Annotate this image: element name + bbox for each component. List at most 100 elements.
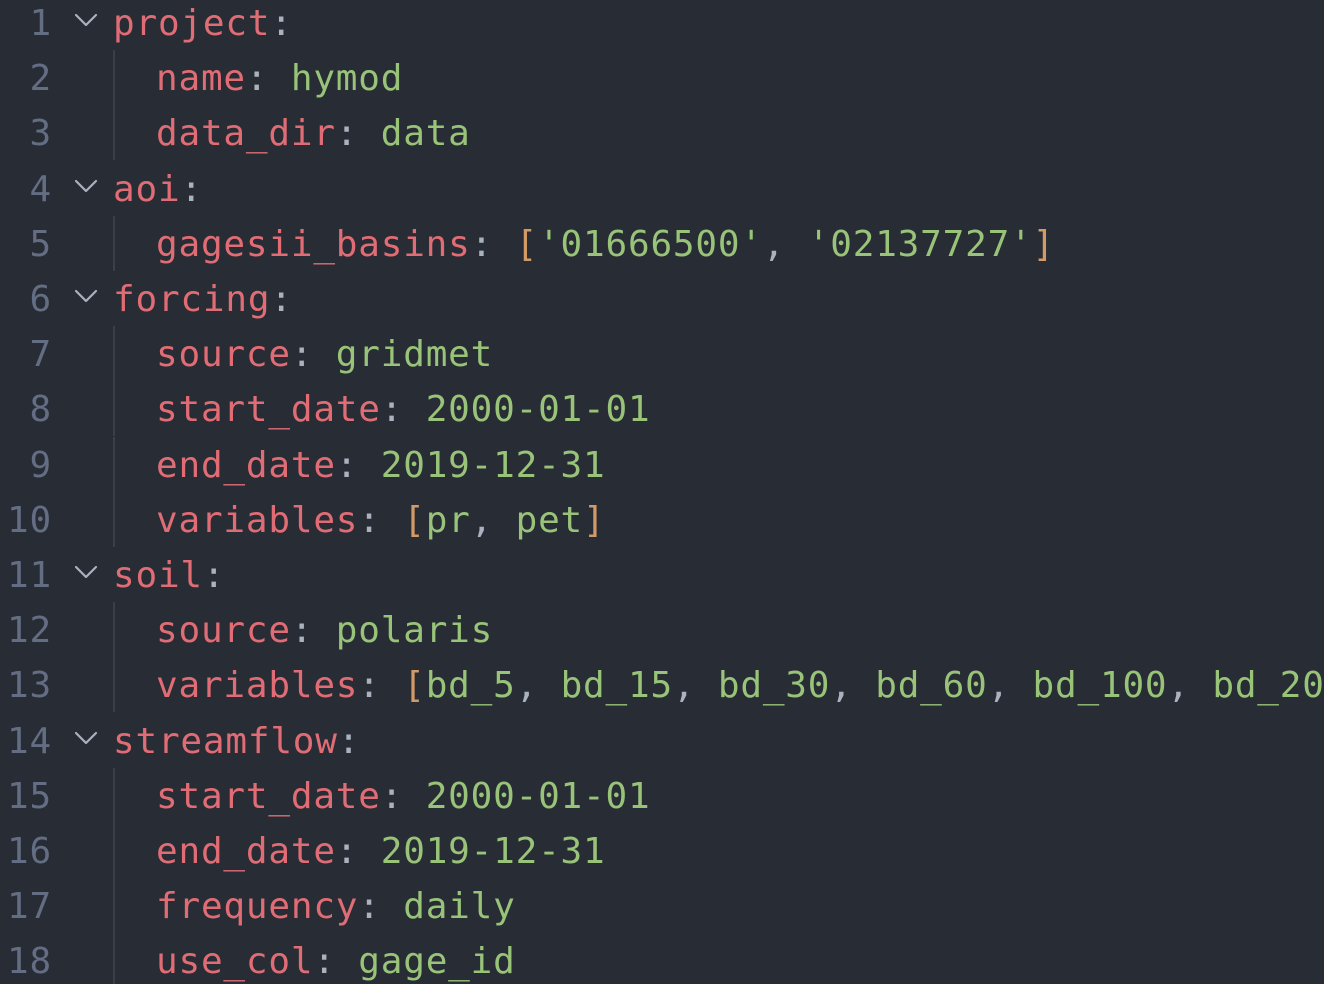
yaml-value: polaris: [335, 610, 494, 652]
code-line[interactable]: 5 gagesii_basins: ['01666500', '02137727'…: [0, 215, 1324, 276]
open-bracket: [: [403, 665, 426, 707]
code-text: frequency: daily: [156, 883, 516, 931]
list-separator: ,: [762, 223, 808, 265]
yaml-colon: :: [335, 444, 381, 486]
code-line[interactable]: 14 streamflow:: [0, 718, 1324, 773]
line-number: 3: [29, 113, 52, 155]
yaml-key: variables: [156, 665, 359, 707]
yaml-value: 2019-12-31: [380, 444, 606, 486]
indent-guide: [113, 602, 115, 658]
line-number: 18: [7, 941, 52, 983]
indent-guide: [113, 326, 115, 382]
line-number: 17: [7, 886, 52, 928]
list-separator: ,: [987, 665, 1033, 707]
yaml-value: gridmet: [335, 334, 494, 376]
code-line[interactable]: 3 data_dir: data: [0, 105, 1324, 165]
list-item: bd_5: [425, 665, 516, 707]
code-line[interactable]: 8 start_date: 2000-01-01: [0, 381, 1324, 441]
code-line[interactable]: 4 aoi:: [0, 166, 1324, 221]
yaml-colon: :: [290, 610, 336, 652]
yaml-key: start_date: [156, 389, 381, 431]
indent-guide: [113, 50, 115, 106]
code-text: source: gridmet: [156, 331, 493, 379]
code-text: end_date: 2019-12-31: [156, 828, 606, 876]
open-bracket: [: [403, 499, 426, 541]
yaml-key: end_date: [156, 831, 336, 872]
yaml-colon: :: [380, 775, 426, 817]
chevron-down-icon[interactable]: [72, 558, 100, 586]
line-number: 10: [7, 499, 52, 541]
yaml-colon: :: [270, 3, 293, 44]
list-separator: ,: [515, 665, 561, 707]
code-line[interactable]: 9 end_date: 2019-12-31: [0, 436, 1324, 497]
yaml-key: forcing: [113, 279, 271, 320]
line-number: 1: [29, 3, 52, 44]
code-line[interactable]: 11 soil:: [0, 552, 1324, 607]
indent-guide: [113, 933, 115, 984]
indent-guide: [113, 491, 115, 547]
code-line[interactable]: 1 project:: [0, 0, 1324, 55]
code-text: start_date: 2000-01-01: [156, 386, 650, 434]
yaml-key: streamflow: [113, 720, 338, 762]
list-item: pr: [425, 499, 471, 541]
code-line[interactable]: 15 start_date: 2000-01-01: [0, 767, 1324, 828]
code-text: data_dir: data: [156, 110, 471, 158]
code-line[interactable]: 6 forcing:: [0, 276, 1324, 331]
line-number: 6: [29, 279, 52, 320]
line-number: 2: [29, 58, 52, 100]
yaml-value: 2000-01-01: [425, 775, 651, 817]
indent-guide: [113, 381, 115, 437]
indent-guide: [113, 105, 115, 161]
yaml-key: frequency: [156, 886, 359, 928]
list-item: pet: [515, 499, 584, 541]
yaml-colon: :: [245, 58, 291, 100]
code-line[interactable]: 13 variables: [bd_5, bd_15, bd_30, bd_60,…: [0, 657, 1324, 717]
code-line[interactable]: 17 frequency: daily: [0, 878, 1324, 938]
yaml-key: soil: [113, 555, 203, 596]
indent-guide: [113, 215, 115, 271]
list-item: bd_60: [875, 665, 988, 707]
close-bracket: ]: [583, 499, 606, 541]
code-text: name: hymod: [156, 55, 403, 103]
yaml-value: 2000-01-01: [425, 389, 651, 431]
chevron-down-icon[interactable]: [72, 172, 100, 200]
open-bracket: [: [515, 223, 539, 265]
yaml-key: project: [113, 3, 271, 44]
yaml-colon: :: [290, 334, 336, 376]
close-bracket: ]: [1032, 223, 1056, 265]
code-text: end_date: 2019-12-31: [156, 442, 606, 490]
yaml-key: start_date: [156, 775, 381, 817]
code-line[interactable]: 12 source: polaris: [0, 602, 1324, 662]
indent-guide: [113, 657, 115, 713]
yaml-key: source: [156, 610, 291, 652]
yaml-colon: :: [380, 389, 426, 431]
line-number: 13: [7, 665, 52, 707]
code-text: source: polaris: [156, 607, 493, 655]
line-number: 11: [7, 555, 52, 596]
code-line[interactable]: 18 use_col: gage_id: [0, 933, 1324, 984]
indent-guide: [113, 767, 115, 823]
yaml-key: use_col: [156, 941, 314, 983]
indent-guide: [113, 823, 115, 878]
code-line[interactable]: 7 source: gridmet: [0, 326, 1324, 386]
code-line[interactable]: 10 variables: [pr, pet]: [0, 491, 1324, 552]
yaml-colon: :: [337, 720, 361, 762]
line-number: 8: [29, 389, 52, 431]
chevron-down-icon[interactable]: [72, 724, 100, 752]
code-line[interactable]: 16 end_date: 2019-12-31: [0, 823, 1324, 883]
code-line[interactable]: 2 name: hymod: [0, 50, 1324, 110]
yaml-colon: :: [335, 113, 381, 155]
list-separator: ,: [672, 665, 718, 707]
code-text: streamflow:: [113, 718, 360, 766]
indent-guide: [113, 436, 115, 492]
yaml-key: aoi: [113, 168, 181, 210]
yaml-colon: :: [335, 831, 381, 872]
code-text: variables: [bd_5, bd_15, bd_30, bd_60, b…: [156, 662, 1324, 710]
code-editor[interactable]: 1 project: 2 name: hymod 3 data_dir: data 4 aoi…: [0, 0, 1324, 984]
yaml-value: gage_id: [358, 941, 516, 983]
line-number: 15: [7, 775, 52, 817]
list-item: bd_100: [1032, 665, 1168, 707]
chevron-down-icon[interactable]: [72, 282, 100, 310]
chevron-down-icon[interactable]: [72, 6, 100, 34]
list-item: '01666500': [538, 223, 763, 265]
